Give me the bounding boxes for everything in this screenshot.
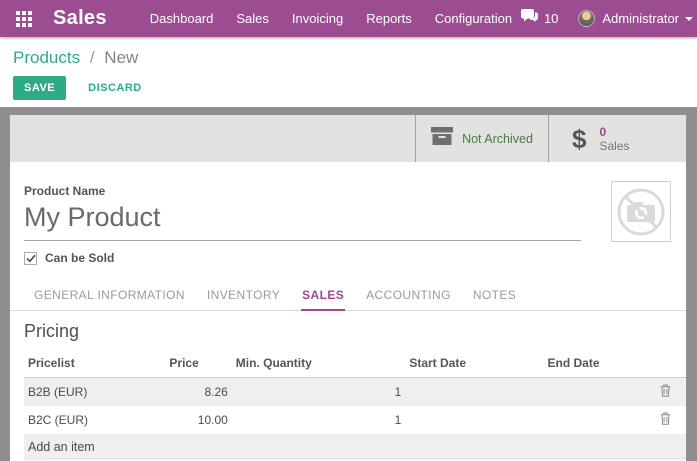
no-camera-icon [614, 184, 668, 239]
add-item-row[interactable]: Add an item [24, 434, 686, 460]
pricelist-row-b2c[interactable]: B2C (EUR) 10.00 1 [24, 406, 686, 434]
discard-button[interactable]: DISCARD [76, 76, 154, 100]
tab-notes[interactable]: NOTES [472, 282, 517, 311]
col-header-pricelist: Pricelist [24, 351, 165, 378]
tab-sales[interactable]: SALES [301, 282, 345, 311]
trash-icon [660, 412, 671, 425]
menu-item-reports[interactable]: Reports [366, 11, 412, 26]
main-menu: Dashboard Sales Invoicing Reports Config… [150, 11, 512, 26]
col-header-delete [645, 351, 686, 378]
menu-item-sales[interactable]: Sales [236, 11, 269, 26]
pricelist-header-row: Pricelist Price Min. Quantity Start Date… [24, 351, 686, 378]
start-date-cell[interactable] [405, 406, 543, 434]
top-navbar: Sales Dashboard Sales Invoicing Reports … [0, 0, 697, 37]
form-frame: Not Archived $ 0 Sales Product Name My P… [0, 107, 697, 461]
price-cell[interactable]: 10.00 [165, 406, 231, 434]
tab-inventory[interactable]: INVENTORY [206, 282, 281, 311]
col-header-min-quantity: Min. Quantity [232, 351, 406, 378]
col-header-start-date: Start Date [405, 351, 543, 378]
navbar-right: 10 Administrator [521, 9, 693, 28]
pricelist-row-b2b[interactable]: B2B (EUR) 8.26 1 [24, 378, 686, 407]
sales-count-value: 0 [599, 125, 629, 139]
chevron-down-icon[interactable] [685, 17, 693, 21]
breadcrumb-products-link[interactable]: Products [13, 48, 80, 67]
notebook-tabs: GENERAL INFORMATION INVENTORY SALES ACCO… [10, 282, 686, 311]
start-date-cell[interactable] [405, 378, 543, 407]
form-action-buttons: SAVE DISCARD [13, 76, 697, 100]
menu-item-configuration[interactable]: Configuration [435, 11, 512, 26]
checkmark-icon [26, 254, 36, 263]
col-header-price: Price [165, 351, 231, 378]
sales-stat-button[interactable]: $ 0 Sales [548, 115, 686, 162]
messages-button[interactable]: 10 [521, 9, 558, 28]
chat-bubble-icon [521, 9, 538, 28]
dollar-icon: $ [572, 126, 586, 152]
price-cell[interactable]: 8.26 [165, 378, 231, 407]
min-quantity-cell[interactable]: 1 [232, 406, 406, 434]
odoo-sales-window: Sales Dashboard Sales Invoicing Reports … [0, 0, 697, 461]
app-title[interactable]: Sales [53, 7, 107, 30]
min-quantity-cell[interactable]: 1 [232, 378, 406, 407]
status-button-box: Not Archived $ 0 Sales [10, 115, 686, 162]
pricelist-cell[interactable]: B2C (EUR) [24, 406, 165, 434]
menu-item-dashboard[interactable]: Dashboard [150, 11, 214, 26]
tab-accounting[interactable]: ACCOUNTING [365, 282, 452, 311]
end-date-cell[interactable] [544, 378, 646, 407]
trash-icon [660, 384, 671, 397]
can-be-sold-checkbox[interactable] [24, 252, 37, 265]
pricing-section-title: Pricing [24, 321, 686, 342]
breadcrumb-separator: / [90, 48, 95, 67]
add-an-item-link[interactable]: Add an item [24, 434, 686, 460]
product-name-label: Product Name [24, 184, 686, 198]
form-sheet: Not Archived $ 0 Sales Product Name My P… [10, 115, 686, 461]
archive-toggle-button[interactable]: Not Archived [415, 115, 548, 162]
can-be-sold-label: Can be Sold [45, 251, 114, 265]
control-panel: Products / New SAVE DISCARD [0, 37, 697, 107]
menu-item-invoicing[interactable]: Invoicing [292, 11, 343, 26]
product-image-upload[interactable] [611, 181, 671, 242]
can-be-sold-field[interactable]: Can be Sold [24, 251, 686, 265]
sales-count-label: Sales [599, 139, 629, 153]
pricelist-table: Pricelist Price Min. Quantity Start Date… [24, 351, 686, 460]
save-button[interactable]: SAVE [13, 76, 66, 100]
col-header-end-date: End Date [544, 351, 646, 378]
end-date-cell[interactable] [544, 406, 646, 434]
messages-count: 10 [544, 11, 558, 26]
breadcrumb-current: New [104, 48, 138, 67]
user-menu[interactable]: Administrator [602, 11, 679, 26]
pricelist-cell[interactable]: B2B (EUR) [24, 378, 165, 407]
delete-row-button[interactable] [645, 406, 686, 434]
product-name-input[interactable]: My Product [24, 202, 581, 241]
avatar[interactable] [578, 10, 595, 27]
apps-grid-icon[interactable] [16, 11, 32, 27]
section-divider [48, 458, 686, 459]
tab-general-information[interactable]: GENERAL INFORMATION [33, 282, 186, 311]
delete-row-button[interactable] [645, 378, 686, 407]
sales-stat-text: 0 Sales [599, 125, 629, 153]
breadcrumb: Products / New [13, 48, 697, 68]
archive-box-icon [431, 127, 453, 150]
archive-status-label: Not Archived [462, 132, 533, 146]
